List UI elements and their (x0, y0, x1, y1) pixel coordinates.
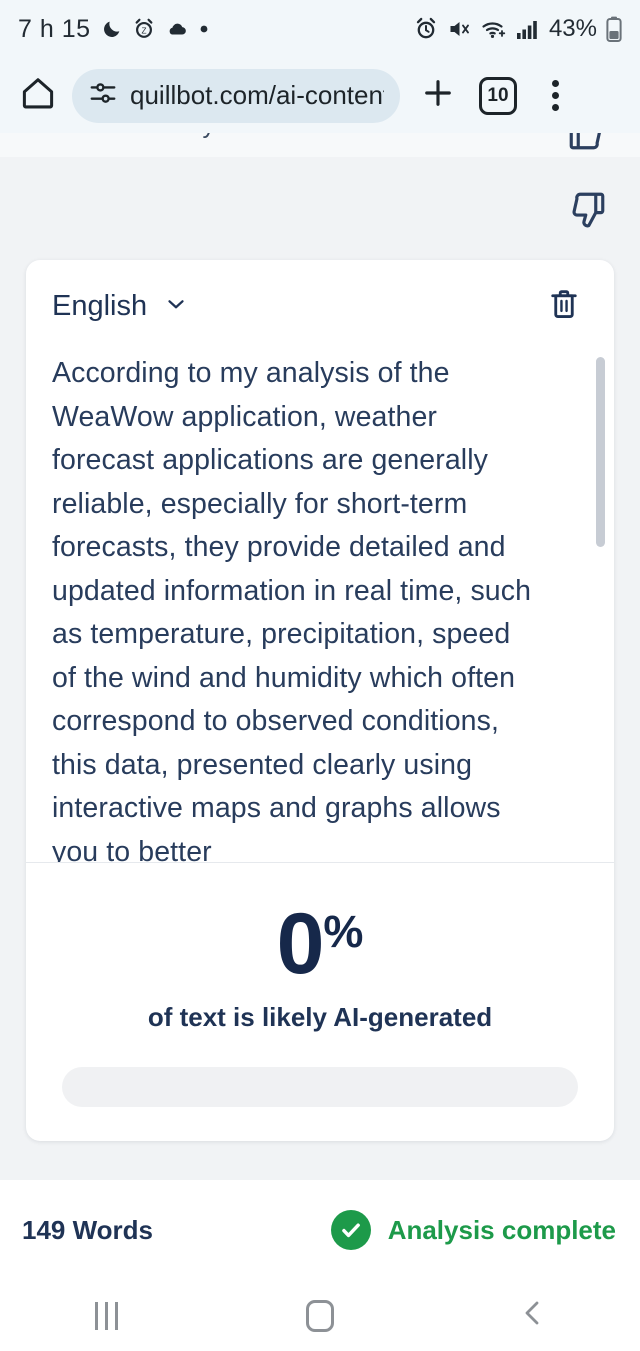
wifi-icon (481, 17, 507, 41)
tab-switcher-button[interactable]: 10 (470, 68, 526, 124)
status-bar-right: 43% (414, 15, 622, 43)
browser-toolbar: quillbot.com/ai-content-c 10 (0, 58, 640, 133)
editor-scrollbar-thumb[interactable] (596, 357, 605, 547)
more-vertical-icon-dot2 (551, 104, 559, 111)
language-selector[interactable]: English (52, 290, 189, 323)
alarm-icon: Z (133, 18, 155, 40)
clipped-paragraph-text: how AI tools may have been used to creat… (26, 133, 640, 140)
more-vertical-icon-dot (551, 92, 559, 99)
browser-menu-button[interactable] (530, 68, 580, 124)
ai-score-value: 0 (276, 896, 325, 992)
alarm-icon (414, 17, 438, 41)
thumbs-down-button[interactable] (566, 189, 610, 236)
trash-icon (546, 286, 582, 327)
back-button[interactable] (473, 1280, 593, 1351)
analysis-status: Analysis complete (330, 1210, 616, 1250)
clipped-paragraph-row: how AI tools may have been used to creat… (0, 133, 640, 157)
ai-score-caption: of text is likely AI-generated (147, 1002, 493, 1033)
home-button[interactable] (14, 72, 62, 120)
plus-icon (420, 75, 456, 116)
word-count: 149 Words (22, 1214, 154, 1245)
card-header: English (26, 260, 614, 352)
analysis-status-label: Analysis complete (387, 1214, 616, 1245)
status-footer: 149 Words Analysis complete (0, 1180, 640, 1280)
more-vertical-icon (551, 80, 559, 87)
tab-count-badge: 10 (479, 76, 517, 115)
language-label: English (52, 289, 148, 322)
result-section: 0 % of text is likely AI-generated (26, 863, 614, 1141)
chevron-down-icon (163, 291, 189, 322)
battery-percentage: 43% (548, 15, 597, 42)
new-tab-button[interactable] (410, 68, 466, 124)
status-bar-left: 7 h 15 Z (18, 15, 209, 44)
signal-icon (516, 18, 540, 40)
tune-icon[interactable] (88, 78, 118, 113)
thumbs-up-button[interactable] (566, 133, 610, 155)
delete-text-button[interactable] (542, 284, 586, 328)
status-clock: 7 h 15 (18, 14, 91, 43)
cloud-icon (165, 18, 189, 40)
feedback-buttons (566, 133, 610, 236)
ai-detector-card: English According to my analysis of the … (26, 260, 614, 1142)
editor-scrollbar[interactable] (596, 357, 605, 857)
chevron-left-icon (517, 1297, 549, 1334)
android-navigation-bar (0, 1280, 640, 1351)
ai-score-unit: % (323, 906, 364, 957)
recents-button[interactable] (47, 1280, 167, 1351)
phone-screen: 7 h 15 Z 43% quillbot.com/ai-content-c 1… (0, 0, 640, 1351)
home-square-icon (305, 1299, 334, 1332)
svg-text:Z: Z (141, 27, 146, 36)
home-button-nav[interactable] (260, 1280, 380, 1351)
status-bar: 7 h 15 Z 43% (0, 0, 640, 58)
home-icon (19, 74, 57, 117)
url-text: quillbot.com/ai-content-c (130, 80, 384, 110)
text-editor[interactable]: According to my analysis of the WeaWow a… (26, 352, 614, 862)
moon-icon (101, 18, 123, 40)
check-circle-icon (330, 1210, 371, 1250)
recents-icon (95, 1301, 119, 1330)
web-page-content: how AI tools may have been used to creat… (0, 133, 640, 1180)
editor-content: According to my analysis of the WeaWow a… (52, 357, 532, 862)
thumbs-down-icon (566, 192, 608, 235)
mute-icon (447, 17, 472, 41)
battery-icon (606, 16, 622, 42)
dot-icon (199, 24, 209, 34)
url-bar[interactable]: quillbot.com/ai-content-c (72, 68, 400, 123)
ai-score: 0 % (276, 896, 364, 992)
ai-score-progress-bar (62, 1067, 578, 1108)
